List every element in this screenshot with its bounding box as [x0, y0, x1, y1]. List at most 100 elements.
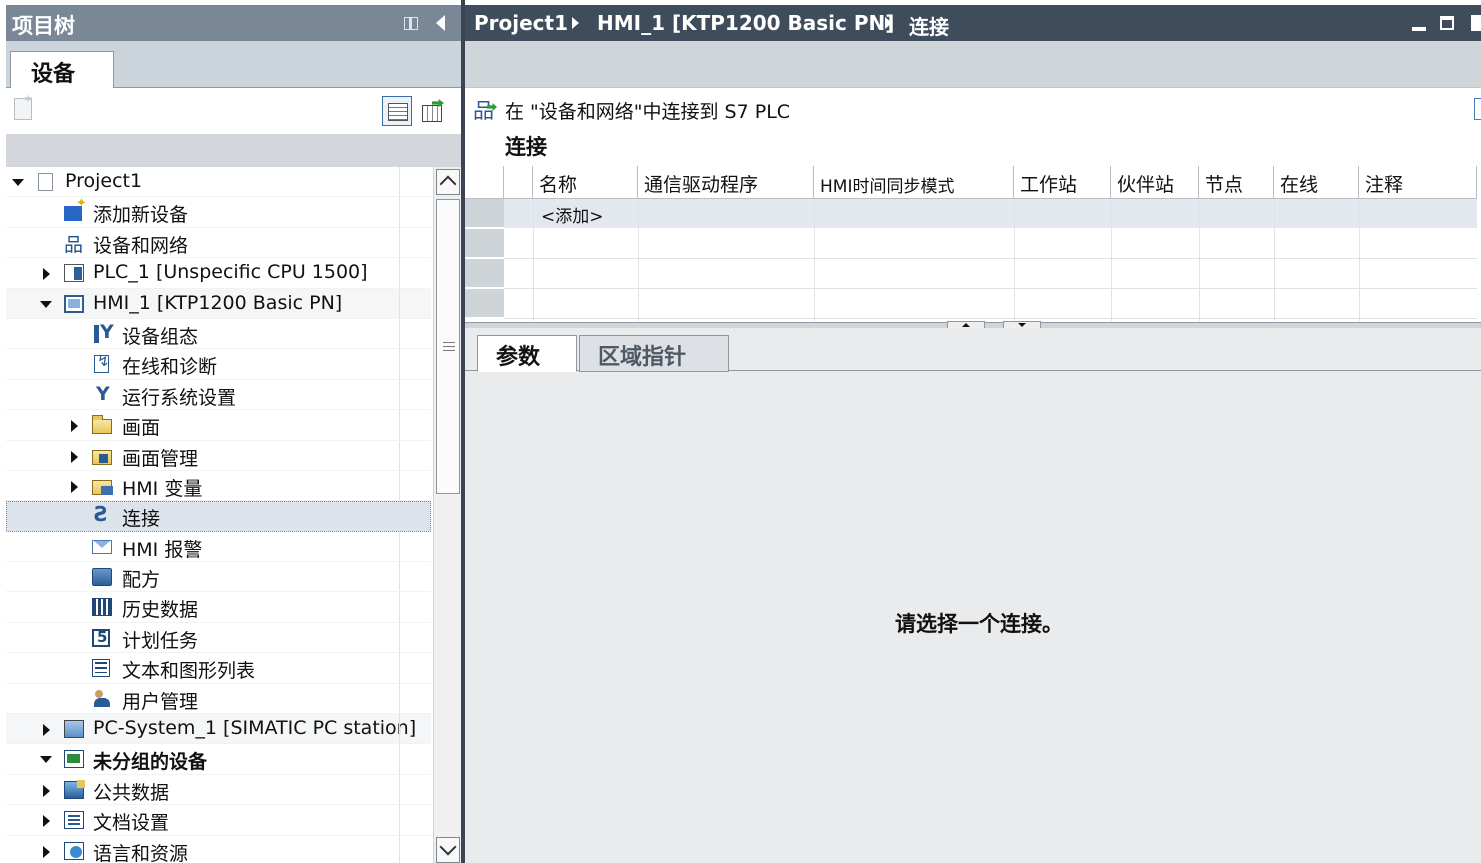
editor-toolbar: [465, 41, 1481, 88]
tree-item-screens[interactable]: 画面: [6, 410, 431, 441]
section-title: 连接: [505, 135, 547, 159]
project-tree-title: 项目树: [12, 14, 75, 38]
tree-item-label: 计划任务: [122, 629, 199, 652]
tab-area-pointers[interactable]: 区域指针: [579, 335, 729, 372]
hmi-tags-icon: [92, 479, 113, 495]
network-link[interactable]: 在 "设备和网络"中连接到 S7 PLC: [505, 97, 790, 124]
pin-icon[interactable]: [404, 17, 418, 30]
table-row-add[interactable]: [504, 199, 1477, 228]
tree-item-online-diagnostics[interactable]: 在线和诊断: [6, 349, 431, 380]
new-group-icon[interactable]: [14, 92, 33, 120]
tree-item-label: 文本和图形列表: [122, 660, 256, 683]
tree-item-scheduled-tasks[interactable]: 计划任务: [6, 622, 431, 654]
add-device-icon: [64, 196, 87, 222]
column-header-comment[interactable]: 注释: [1359, 166, 1477, 199]
column-header-name[interactable]: 名称: [533, 166, 638, 199]
common-data-icon: [64, 779, 85, 799]
project-tree-titlebar: 项目树: [6, 5, 461, 41]
connections-table: 名称 通信驱动程序 HMI时间同步模式 工作站 伙伴站 节点 在线 注释 <添加…: [465, 166, 1477, 322]
overview-icon[interactable]: [420, 97, 446, 123]
breadcrumb-current: 连接: [909, 15, 949, 39]
tree-item-project1[interactable]: Project1: [6, 167, 431, 198]
row-header[interactable]: [465, 199, 504, 228]
languages-icon: [64, 841, 84, 860]
expand-arrow-icon[interactable]: [43, 268, 50, 281]
tree-item-label: HMI_1 [KTP1200 Basic PN]: [93, 291, 343, 314]
tree-item-connections[interactable]: 连接: [6, 501, 431, 532]
tree-item-languages-resources[interactable]: 语言和资源: [6, 835, 431, 863]
expand-arrow-icon[interactable]: [43, 784, 50, 797]
column-header-partner[interactable]: 伙伴站: [1111, 166, 1199, 199]
expand-arrow-icon[interactable]: [43, 845, 50, 858]
restore-icon[interactable]: [1440, 16, 1454, 30]
expand-arrow-icon[interactable]: [43, 815, 50, 828]
scheduled-task-icon: [92, 628, 110, 647]
expand-arrow-icon[interactable]: [71, 450, 78, 463]
scrollbar-thumb[interactable]: [436, 199, 460, 494]
tree-item-label: HMI 报警: [122, 538, 203, 561]
tab-parameters[interactable]: 参数: [477, 335, 577, 372]
column-header-node[interactable]: 节点: [1199, 166, 1274, 199]
collapse-arrow-icon[interactable]: [40, 300, 52, 308]
tree-item-common-data[interactable]: 公共数据: [6, 774, 431, 806]
runtime-settings-icon: [92, 383, 112, 405]
column-header-station[interactable]: 工作站: [1014, 166, 1111, 199]
scroll-down-icon[interactable]: [436, 837, 460, 863]
column-header-online[interactable]: 在线: [1274, 166, 1359, 199]
tree-item-label: PC-System_1 [SIMATIC PC station]: [93, 717, 417, 740]
tree-item-hmi-alarms[interactable]: HMI 报警: [6, 531, 431, 563]
tree-item-devices-networks[interactable]: 设备和网络: [6, 227, 431, 259]
connections-icon: [92, 502, 112, 526]
grip-icon: [443, 342, 455, 351]
minimize-icon[interactable]: [1412, 27, 1426, 31]
tree-item-label: 设备组态: [122, 325, 199, 348]
expand-arrow-icon[interactable]: [43, 724, 50, 737]
collapse-arrow-icon[interactable]: [12, 179, 24, 186]
breadcrumb-device[interactable]: HMI_1 [KTP1200 Basic PN]: [597, 11, 894, 35]
tree-item-label: 公共数据: [93, 781, 170, 804]
scroll-up-icon[interactable]: [436, 169, 460, 195]
view-toggle-icon[interactable]: [382, 96, 412, 126]
row-header[interactable]: [465, 229, 504, 258]
float-icon[interactable]: [1471, 15, 1481, 31]
collapse-arrow-icon[interactable]: [40, 756, 52, 764]
collapse-icon[interactable]: [436, 15, 445, 31]
tree-item-label: 画面: [122, 417, 161, 440]
tree-item-text-graphic-lists[interactable]: 文本和图形列表: [6, 653, 431, 684]
tree-item-add-device[interactable]: 添加新设备: [6, 196, 431, 228]
side-tab-icon[interactable]: [1474, 98, 1481, 120]
add-connection-cell[interactable]: <添加>: [541, 202, 604, 227]
tree-item-device-config[interactable]: 设备组态: [6, 318, 431, 350]
tree-item-label: 配方: [122, 569, 161, 592]
tree-item-label: 连接: [122, 508, 161, 531]
tree-item-label: 历史数据: [122, 599, 199, 622]
tree-item-pc-system1[interactable]: PC-System_1 [SIMATIC PC station]: [6, 714, 431, 745]
tree-item-hmi-tags[interactable]: HMI 变量: [6, 470, 431, 502]
tree-item-ungrouped-devices[interactable]: 未分组的设备: [6, 744, 431, 775]
tree-item-historical-data[interactable]: 历史数据: [6, 592, 431, 623]
row-header[interactable]: [465, 289, 504, 318]
tree-scrollbar[interactable]: [433, 167, 461, 863]
network-link-icon[interactable]: [473, 95, 495, 125]
tree-item-label: 画面管理: [122, 447, 199, 470]
hmi-icon: [64, 294, 84, 313]
tree-item-label: 添加新设备: [93, 204, 189, 227]
ungrouped-devices-icon: [64, 750, 84, 769]
tree-item-recipes[interactable]: 配方: [6, 562, 431, 593]
tree-item-screen-management[interactable]: 画面管理: [6, 440, 431, 471]
tree-item-document-settings[interactable]: 文档设置: [6, 805, 431, 836]
tree-item-hmi1[interactable]: HMI_1 [KTP1200 Basic PN]: [6, 288, 431, 319]
tree-item-plc1[interactable]: PLC_1 [Unspecific CPU 1500]: [6, 258, 431, 289]
row-header[interactable]: [465, 259, 504, 288]
tree-item-runtime-settings[interactable]: 运行系统设置: [6, 379, 431, 411]
column-header-time-sync[interactable]: HMI时间同步模式: [814, 166, 1014, 199]
tab-devices[interactable]: 设备: [10, 51, 114, 89]
tree-header: [6, 134, 461, 167]
online-diagnostics-icon: [94, 352, 110, 374]
breadcrumb-project[interactable]: Project1: [474, 11, 568, 35]
expand-arrow-icon[interactable]: [71, 480, 78, 493]
expand-arrow-icon[interactable]: [71, 420, 78, 433]
connections-editor: Project1 HMI_1 [KTP1200 Basic PN] 连接 在 "…: [465, 5, 1481, 863]
column-header-driver[interactable]: 通信驱动程序: [638, 166, 814, 199]
tree-item-user-management[interactable]: 用户管理: [6, 683, 431, 715]
